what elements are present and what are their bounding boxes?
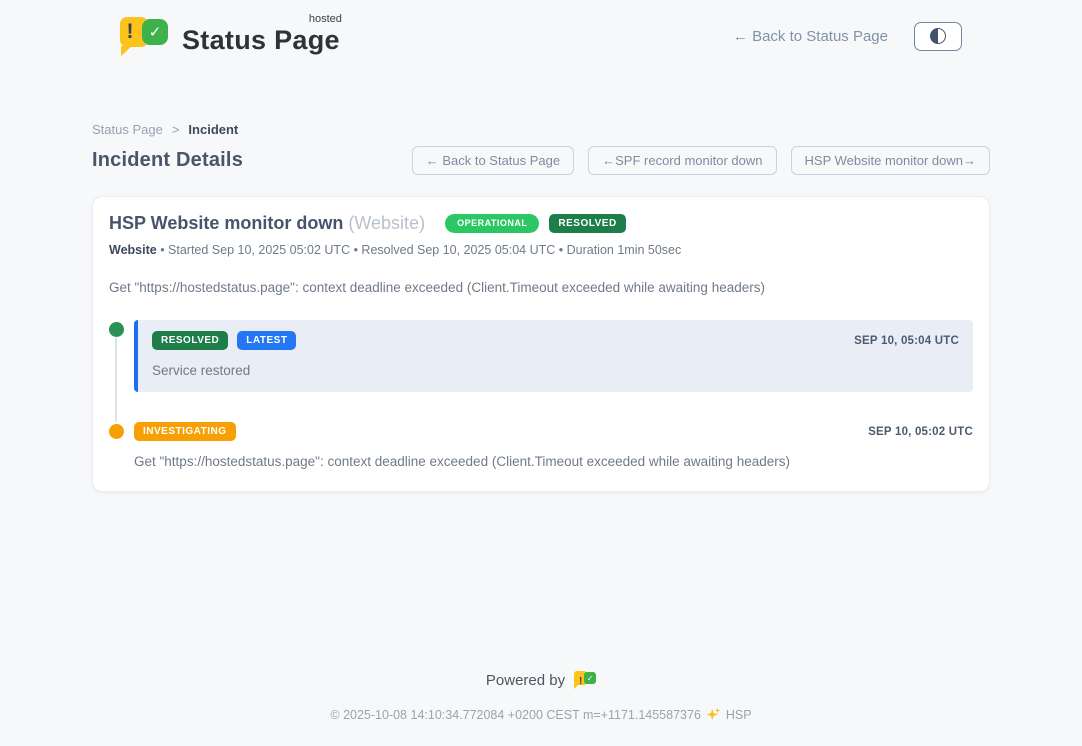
- incident-meta-component: Website: [109, 243, 157, 257]
- brand-superscript: hosted: [309, 13, 342, 25]
- app-logo[interactable]: ! ✓ Status Page hosted: [120, 14, 342, 58]
- back-to-status-page-link[interactable]: ← Back to Status Page: [733, 28, 888, 45]
- copyright-line: © 2025-10-08 14:10:34.772084 +0200 CEST …: [0, 707, 1082, 722]
- breadcrumb-status-page[interactable]: Status Page: [92, 122, 163, 137]
- timeline-investigating-timestamp: SEP 10, 05:02 UTC: [868, 426, 973, 438]
- breadcrumb: Status Page > Incident: [92, 122, 990, 137]
- status-page-mini-logo-icon[interactable]: ! ✓: [574, 670, 596, 690]
- status-page-logo-icon: ! ✓: [120, 14, 168, 58]
- timeline-entry-resolved-box: RESOLVED LATEST SEP 10, 05:04 UTC Servic…: [134, 320, 973, 392]
- logo-text: Status Page hosted: [182, 14, 342, 56]
- next-incident-button[interactable]: HSP Website monitor down→: [791, 146, 990, 175]
- incident-meta-details: • Started Sep 10, 2025 05:02 UTC • Resol…: [160, 243, 681, 257]
- title-row: Incident Details ← Back to Status Page ←…: [92, 146, 990, 175]
- timeline-dot-investigating: [109, 424, 124, 439]
- prev-incident-button[interactable]: ←SPF record monitor down: [588, 146, 776, 175]
- breadcrumb-incident: Incident: [188, 122, 238, 137]
- brand-name: Status Page: [182, 25, 340, 55]
- timeline-latest-badge: LATEST: [237, 331, 296, 350]
- contrast-icon: [930, 28, 946, 44]
- mini-logo-checkmark-icon: ✓: [587, 674, 594, 683]
- powered-by: Powered by ! ✓: [0, 670, 1082, 690]
- timeline-entry-investigating-header: INVESTIGATING SEP 10, 05:02 UTC: [134, 422, 973, 441]
- main-content: Status Page > Incident Incident Details …: [92, 122, 990, 492]
- timeline-entry-resolved: RESOLVED LATEST SEP 10, 05:04 UTC Servic…: [109, 320, 973, 392]
- logo-checkmark-icon: ✓: [149, 23, 162, 41]
- incident-timeline: RESOLVED LATEST SEP 10, 05:04 UTC Servic…: [109, 320, 973, 469]
- logo-bubble-green: ✓: [142, 19, 168, 45]
- incident-title: HSP Website monitor down (Website): [109, 213, 425, 234]
- breadcrumb-separator: >: [172, 122, 180, 137]
- timeline-entry-resolved-header: RESOLVED LATEST SEP 10, 05:04 UTC: [152, 331, 959, 350]
- timeline-resolved-message: Service restored: [152, 363, 959, 378]
- resolved-status-badge: RESOLVED: [549, 214, 625, 233]
- header-actions: ← Back to Status Page: [733, 22, 962, 51]
- copyright-text: © 2025-10-08 14:10:34.772084 +0200 CEST …: [330, 708, 701, 722]
- incident-nav-buttons: ← Back to Status Page ←SPF record monito…: [412, 146, 990, 175]
- incident-meta: Website • Started Sep 10, 2025 05:02 UTC…: [109, 243, 973, 257]
- incident-description: Get "https://hostedstatus.page": context…: [109, 280, 973, 295]
- logo-exclamation: !: [127, 17, 134, 47]
- operational-badge: OPERATIONAL: [445, 214, 539, 234]
- page-title: Incident Details: [92, 149, 243, 172]
- timeline-investigating-badge: INVESTIGATING: [134, 422, 236, 441]
- header: ! ✓ Status Page hosted ← Back to Status …: [0, 0, 1082, 58]
- copyright-brand: HSP: [726, 708, 752, 722]
- timeline-dot-resolved: [109, 322, 124, 337]
- timeline-entry-investigating: INVESTIGATING SEP 10, 05:02 UTC Get "htt…: [109, 422, 973, 469]
- footer: Powered by ! ✓ © 2025-10-08 14:10:34.772…: [0, 670, 1082, 746]
- incident-title-row: HSP Website monitor down (Website) OPERA…: [109, 213, 973, 234]
- timeline-resolved-timestamp: SEP 10, 05:04 UTC: [854, 335, 959, 347]
- theme-toggle-button[interactable]: [914, 22, 962, 51]
- mini-logo-exclamation: !: [579, 676, 582, 687]
- incident-name: HSP Website monitor down: [109, 213, 343, 233]
- timeline-resolved-badge: RESOLVED: [152, 331, 228, 350]
- mini-logo-bubble-green: ✓: [584, 672, 596, 684]
- back-to-status-page-button[interactable]: ← Back to Status Page: [412, 146, 574, 175]
- sparkles-icon: [706, 707, 721, 722]
- timeline-entry-investigating-body: INVESTIGATING SEP 10, 05:02 UTC Get "htt…: [134, 422, 973, 469]
- timeline-investigating-message: Get "https://hostedstatus.page": context…: [134, 454, 973, 469]
- incident-component: (Website): [348, 213, 425, 233]
- incident-card: HSP Website monitor down (Website) OPERA…: [92, 196, 990, 492]
- powered-by-label: Powered by: [486, 672, 565, 689]
